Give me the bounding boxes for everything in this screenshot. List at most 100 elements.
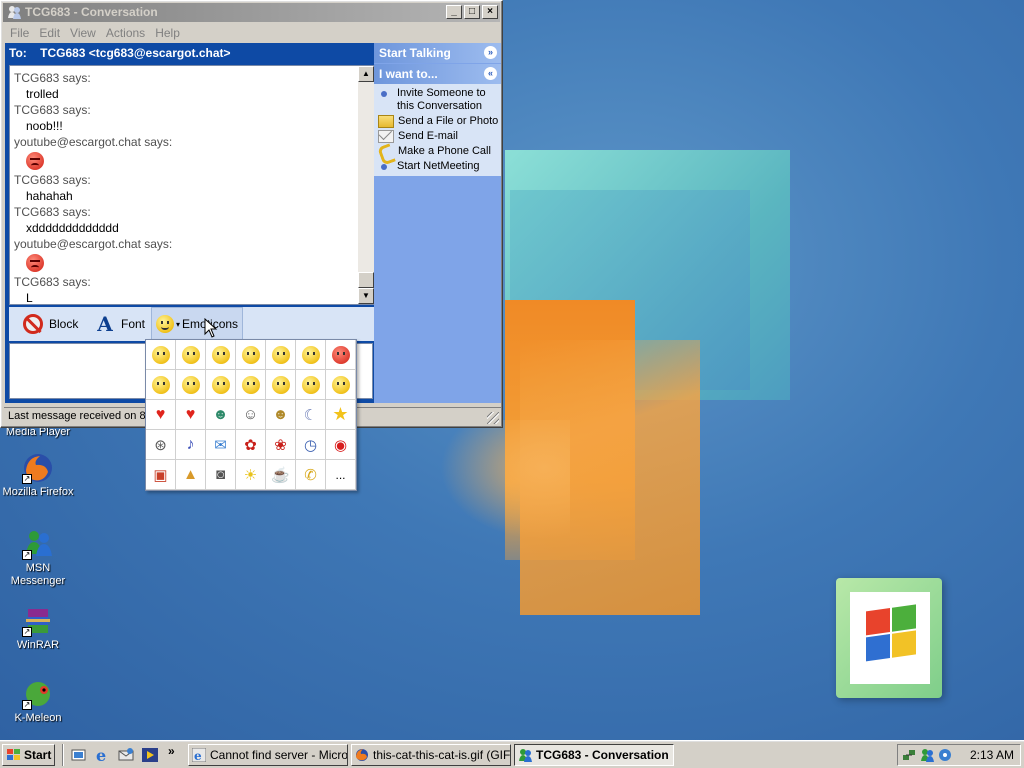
start-button[interactable]: Start <box>2 744 55 766</box>
menu-view[interactable]: View <box>65 24 101 42</box>
message-history[interactable]: TCG683 says: trolled TCG683 says: noob!!… <box>9 65 375 305</box>
desktop-icon-winrar[interactable]: ↗ WinRAR <box>0 605 76 652</box>
msn-buddy-icon: ↗ <box>22 528 54 560</box>
angry-face-icon <box>26 254 44 272</box>
block-icon <box>23 314 43 334</box>
resize-grip[interactable] <box>487 412 499 424</box>
emoticon-dog-icon[interactable]: ☻ <box>266 400 296 430</box>
emoticons-button[interactable]: ▾ Emoticons <box>151 307 244 341</box>
msn-tray-icon[interactable] <box>920 748 934 762</box>
history-scrollbar[interactable]: ▲ ▼ <box>358 66 374 304</box>
emoticon-embarrassed-icon[interactable] <box>176 370 206 400</box>
action-phone-call[interactable]: Make a Phone Call <box>374 144 501 159</box>
emoticon-angel-icon[interactable] <box>296 370 326 400</box>
emoticon-tongue-icon[interactable] <box>266 340 296 370</box>
action-send-email[interactable]: Send E-mail <box>374 129 501 144</box>
msn-buddy-icon <box>518 748 532 762</box>
desktop-icon-label: K-Meleon <box>14 712 62 724</box>
show-desktop-icon[interactable] <box>70 746 88 764</box>
emoticon-sad-icon[interactable] <box>206 370 236 400</box>
emoticon-gift-icon[interactable]: ▣ <box>146 460 176 490</box>
emoticon-wilted-rose-icon[interactable]: ❀ <box>266 430 296 460</box>
start-talking-label: Start Talking <box>379 46 451 60</box>
minimize-button[interactable]: _ <box>446 5 462 19</box>
action-send-file[interactable]: Send a File or Photo <box>374 114 501 129</box>
message-text: xddddddddddddd <box>26 221 119 235</box>
start-talking-header[interactable]: Start Talking » <box>374 43 501 63</box>
emoticon-angry-icon[interactable] <box>326 340 356 370</box>
network-icon[interactable] <box>902 748 916 762</box>
emoticon-thinking-icon[interactable] <box>326 370 356 400</box>
action-invite[interactable]: Invite Someone to this Conversation <box>374 86 501 114</box>
angry-face-icon <box>26 152 44 170</box>
expand-chevron-icon[interactable]: » <box>484 46 497 59</box>
message-text: hahahah <box>26 189 73 203</box>
menu-file[interactable]: File <box>5 24 34 42</box>
emoticon-cool-icon[interactable] <box>296 340 326 370</box>
smiley-icon <box>156 315 174 333</box>
emoticon-users-icon[interactable]: ☻ <box>206 400 236 430</box>
emoticon-star-icon[interactable]: ★ <box>326 400 356 430</box>
action-label: Send E-mail <box>398 130 458 142</box>
menu-actions[interactable]: Actions <box>101 24 150 42</box>
title-bar[interactable]: TCG683 - Conversation _ □ × <box>3 3 500 22</box>
emoticon-music-note-icon[interactable]: ♪ <box>176 430 206 460</box>
emoticon-surprised-icon[interactable] <box>236 340 266 370</box>
block-label: Block <box>49 317 79 331</box>
more-label: ... <box>335 467 346 482</box>
emoticon-rose-icon[interactable]: ✿ <box>236 430 266 460</box>
emoticon-lips-icon[interactable]: ◉ <box>326 430 356 460</box>
task-firefox-gif[interactable]: this-cat-this-cat-is.gif (GIF I... <box>351 744 511 766</box>
scroll-down-button[interactable]: ▼ <box>358 288 374 304</box>
task-ie-cannot-find-server[interactable]: e Cannot find server - Micros... <box>188 744 348 766</box>
outlook-express-icon[interactable] <box>117 746 135 764</box>
desktop-icon-label: Mozilla Firefox <box>2 486 74 498</box>
maximize-button[interactable]: □ <box>464 5 480 19</box>
emoticon-cake-icon[interactable]: ▲ <box>176 460 206 490</box>
media-player-icon[interactable] <box>141 746 159 764</box>
scroll-thumb[interactable] <box>358 272 374 288</box>
more-emoticons-button[interactable]: ... <box>326 460 356 490</box>
emoticon-heart-icon[interactable]: ♥ <box>146 400 176 430</box>
collapse-chevron-icon[interactable]: « <box>484 67 497 80</box>
emoticon-confused-icon[interactable] <box>146 370 176 400</box>
emoticon-email-icon[interactable]: ✉ <box>206 430 236 460</box>
close-button[interactable]: × <box>482 5 498 19</box>
action-label: Make a Phone Call <box>398 145 491 157</box>
emoticon-light-bulb-icon[interactable]: ☀ <box>236 460 266 490</box>
menu-help[interactable]: Help <box>150 24 185 42</box>
msn-buddy-icon <box>7 5 21 19</box>
emoticon-broken-heart-icon[interactable]: ♥ <box>176 400 206 430</box>
sender-line: TCG683 says: <box>14 71 91 85</box>
block-button[interactable]: Block <box>23 313 78 335</box>
desktop-icon-firefox[interactable]: ↗ Mozilla Firefox <box>0 452 76 499</box>
i-want-to-header[interactable]: I want to... « <box>374 64 501 84</box>
task-label: TCG683 - Conversation <box>536 748 669 762</box>
emoticon-big-smile-icon[interactable] <box>176 340 206 370</box>
emoticon-smile-icon[interactable] <box>146 340 176 370</box>
emoticon-disappointed-icon[interactable] <box>266 370 296 400</box>
message-text: noob!!! <box>26 119 63 133</box>
emoticon-film-icon[interactable]: ⊛ <box>146 430 176 460</box>
internet-explorer-icon[interactable]: e <box>93 746 111 765</box>
emoticon-moon-icon[interactable]: ☾ <box>296 400 326 430</box>
action-label: Invite Someone to this Conversation <box>397 87 486 112</box>
quick-launch-more[interactable]: » <box>168 744 175 758</box>
task-conversation[interactable]: TCG683 - Conversation <box>514 744 674 766</box>
emoticon-crying-icon[interactable] <box>236 370 266 400</box>
emoticon-phone-icon[interactable]: ✆ <box>296 460 326 490</box>
emoticon-cat-icon[interactable]: ☺ <box>236 400 266 430</box>
mouse-cursor-icon <box>204 318 218 338</box>
emoticon-clock-icon[interactable]: ◷ <box>296 430 326 460</box>
font-button[interactable]: A Font <box>95 313 145 335</box>
scroll-up-button[interactable]: ▲ <box>358 66 374 82</box>
clock[interactable]: 2:13 AM <box>970 748 1014 762</box>
desktop-icon-msn-messenger[interactable]: ↗ MSN Messenger <box>0 528 76 588</box>
desktop-icon-k-meleon[interactable]: ↗ K-Meleon <box>0 678 76 725</box>
menu-edit[interactable]: Edit <box>34 24 65 42</box>
internet-explorer-icon: e <box>191 747 207 763</box>
emoticon-coffee-icon[interactable]: ☕ <box>266 460 296 490</box>
settings-tray-icon[interactable] <box>938 748 952 762</box>
emoticon-camera-icon[interactable]: ◙ <box>206 460 236 490</box>
emoticon-wink-icon[interactable] <box>206 340 236 370</box>
